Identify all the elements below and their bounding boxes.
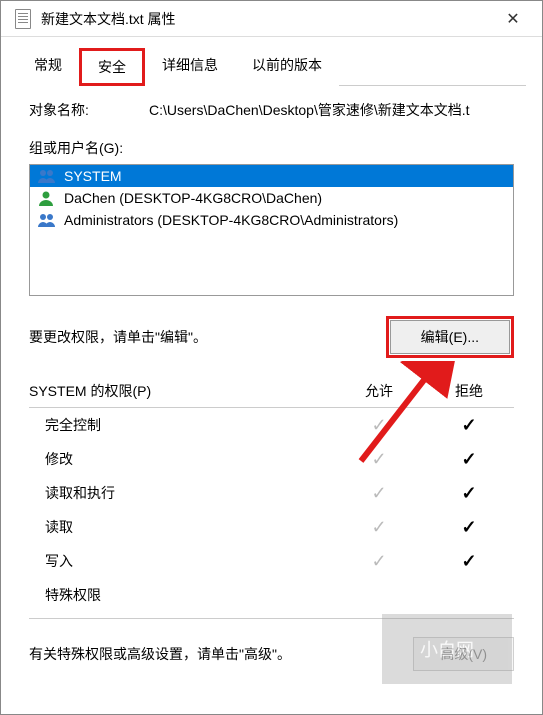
deny-column-header: 拒绝 — [424, 381, 514, 401]
allow-check-icon: ✓ — [334, 552, 424, 570]
group-icon — [36, 168, 58, 184]
user-item-system[interactable]: SYSTEM — [30, 165, 513, 187]
perm-name: 特殊权限 — [45, 585, 334, 605]
users-listbox[interactable]: SYSTEM DaChen (DESKTOP-4KG8CRO\DaChen) A… — [29, 164, 514, 296]
permissions-list: 完全控制 ✓ ✓ 修改 ✓ ✓ 读取和执行 ✓ ✓ 读取 ✓ ✓ 写入 ✓ ✓ … — [29, 408, 514, 619]
permissions-header: SYSTEM 的权限(P) 允许 拒绝 — [29, 378, 514, 408]
user-item-administrators[interactable]: Administrators (DESKTOP-4KG8CRO\Administ… — [30, 209, 513, 231]
tab-security[interactable]: 安全 — [79, 48, 145, 86]
perm-name: 完全控制 — [45, 415, 334, 435]
file-icon — [15, 9, 31, 29]
object-name-value: C:\Users\DaChen\Desktop\管家速修\新建文本文档.t — [149, 100, 514, 120]
perm-name: 写入 — [45, 551, 334, 571]
perm-row-modify: 修改 ✓ ✓ — [29, 442, 514, 476]
object-name-label: 对象名称: — [29, 100, 149, 120]
edit-row: 要更改权限，请单击"编辑"。 编辑(E)... — [29, 316, 514, 358]
tabs: 常规 安全 详细信息 以前的版本 — [1, 37, 542, 85]
perm-name: 读取和执行 — [45, 483, 334, 503]
perm-row-write: 写入 ✓ ✓ — [29, 544, 514, 578]
user-item-dachen[interactable]: DaChen (DESKTOP-4KG8CRO\DaChen) — [30, 187, 513, 209]
user-icon — [36, 190, 58, 206]
deny-check-icon: ✓ — [424, 484, 514, 502]
advanced-hint: 有关特殊权限或高级设置，请单击"高级"。 — [29, 644, 403, 664]
titlebar: 新建文本文档.txt 属性 ✕ — [1, 1, 542, 37]
perm-row-read-execute: 读取和执行 ✓ ✓ — [29, 476, 514, 510]
group-users-label: 组或用户名(G): — [29, 138, 514, 158]
perm-name: 读取 — [45, 517, 334, 537]
allow-check-icon: ✓ — [334, 450, 424, 468]
tab-general[interactable]: 常规 — [17, 48, 79, 86]
group-icon — [36, 212, 58, 228]
deny-check-icon: ✓ — [424, 552, 514, 570]
perm-row-full-control: 完全控制 ✓ ✓ — [29, 408, 514, 442]
perm-row-special: 特殊权限 — [29, 578, 514, 612]
perm-row-read: 读取 ✓ ✓ — [29, 510, 514, 544]
perm-name: 修改 — [45, 449, 334, 469]
close-button[interactable]: ✕ — [492, 1, 534, 36]
deny-check-icon: ✓ — [424, 518, 514, 536]
permissions-title: SYSTEM 的权限(P) — [29, 381, 334, 401]
user-item-label: DaChen (DESKTOP-4KG8CRO\DaChen) — [64, 190, 322, 206]
allow-check-icon: ✓ — [334, 518, 424, 536]
edit-button[interactable]: 编辑(E)... — [390, 320, 510, 354]
tab-details[interactable]: 详细信息 — [145, 48, 235, 86]
user-item-label: SYSTEM — [64, 168, 122, 184]
watermark: 小白网 — [382, 614, 512, 684]
tab-previous-versions[interactable]: 以前的版本 — [235, 48, 339, 86]
deny-check-icon: ✓ — [424, 450, 514, 468]
tab-content: 对象名称: C:\Users\DaChen\Desktop\管家速修\新建文本文… — [1, 86, 542, 685]
allow-check-icon: ✓ — [334, 484, 424, 502]
window-title: 新建文本文档.txt 属性 — [41, 9, 492, 29]
object-name-row: 对象名称: C:\Users\DaChen\Desktop\管家速修\新建文本文… — [29, 100, 514, 120]
allow-check-icon: ✓ — [334, 416, 424, 434]
allow-column-header: 允许 — [334, 381, 424, 401]
edit-hint: 要更改权限，请单击"编辑"。 — [29, 327, 376, 347]
deny-check-icon: ✓ — [424, 416, 514, 434]
edit-highlight: 编辑(E)... — [386, 316, 514, 358]
user-item-label: Administrators (DESKTOP-4KG8CRO\Administ… — [64, 212, 398, 228]
